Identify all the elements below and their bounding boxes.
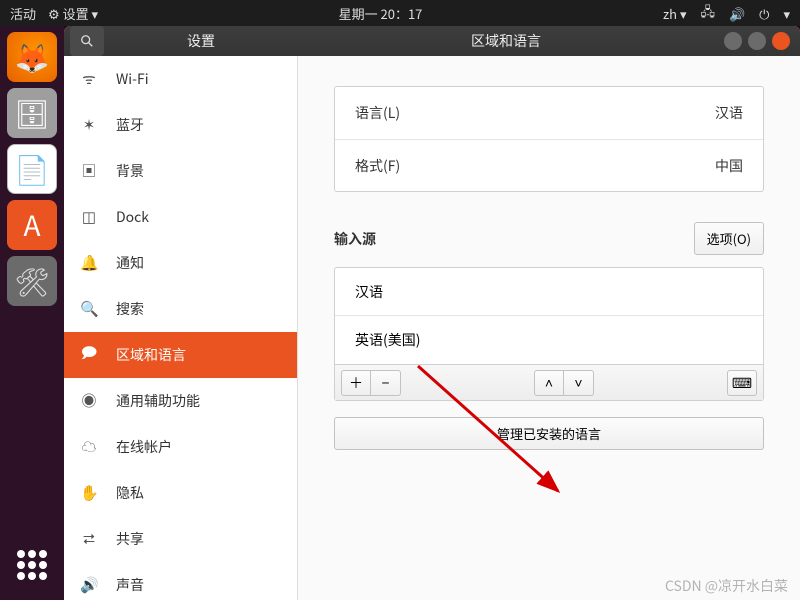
add-source-button[interactable]: ＋ (341, 370, 371, 396)
search-icon: 🔍 (80, 298, 98, 319)
privacy-icon: ✋ (80, 482, 98, 503)
language-row[interactable]: 语言(L) 汉语 (335, 87, 763, 139)
sidebar-item-label: 共享 (116, 529, 144, 549)
page-title: 区域和语言 (298, 31, 714, 51)
options-button[interactable]: 选项(O) (694, 222, 764, 255)
share-icon: ⮂ (80, 528, 98, 549)
show-applications[interactable] (0, 540, 64, 590)
online-icon: ☁ (80, 436, 98, 457)
dock-icon: ◫ (80, 206, 98, 227)
input-sources-list: 汉语英语(美国) ＋ − ˄ ˅ ⌨ (334, 267, 764, 401)
keyboard-layout-button[interactable]: ⌨ (727, 370, 757, 396)
manage-languages-button[interactable]: 管理已安装的语言 (334, 417, 764, 450)
background-icon: ▣ (80, 160, 98, 181)
sidebar-item-label: Dock (116, 207, 149, 227)
network-icon[interactable]: 🖧 (700, 1, 715, 25)
sidebar-item-label: 搜索 (116, 299, 144, 319)
sidebar-item-label: 蓝牙 (116, 115, 144, 135)
move-up-button[interactable]: ˄ (534, 370, 564, 396)
titlebar: 设置 区域和语言 (64, 26, 800, 56)
move-down-button[interactable]: ˅ (564, 370, 594, 396)
launcher-firefox[interactable]: 🦊 (7, 32, 57, 82)
sidebar-item-accessibility[interactable]: ◉ 通用辅助功能 (64, 378, 297, 424)
input-source-row[interactable]: 汉语 (335, 268, 763, 316)
search-button[interactable] (70, 26, 104, 56)
remove-source-button[interactable]: − (371, 370, 401, 396)
language-value: 汉语 (715, 103, 743, 123)
sidebar-item-bell[interactable]: 🔔 通知 (64, 240, 297, 286)
launcher-settings[interactable]: 🛠 (7, 256, 57, 306)
sidebar-title: 设置 (104, 31, 298, 51)
sidebar-item-label: 隐私 (116, 483, 144, 503)
clock[interactable]: 星期一 20：17 (98, 4, 663, 23)
activities-button[interactable]: 活动 (10, 4, 36, 23)
search-icon (80, 34, 94, 48)
region-icon: 🗩 (80, 342, 98, 368)
gear-icon: ⚙ (48, 4, 60, 23)
bell-icon: 🔔 (80, 252, 98, 273)
sidebar-item-sound[interactable]: 🔊 声音 (64, 562, 297, 600)
sidebar-item-privacy[interactable]: ✋ 隐私 (64, 470, 297, 516)
settings-window: 设置 区域和语言 ᯤ Wi-Fi ✶ 蓝牙 ▣ 背景 ◫ Dock 🔔 通知 🔍 搜索 🗩 区域和语言 ◉ 通… (64, 26, 800, 600)
launcher-software[interactable]: A (7, 200, 57, 250)
watermark: CSDN @凉开水白菜 (665, 576, 788, 596)
language-label: 语言(L) (355, 103, 400, 123)
sidebar-item-online[interactable]: ☁ 在线帐户 (64, 424, 297, 470)
sound-icon: 🔊 (80, 574, 98, 595)
sidebar-item-search[interactable]: 🔍 搜索 (64, 286, 297, 332)
bluetooth-icon: ✶ (80, 114, 98, 135)
input-source-row[interactable]: 英语(美国) (335, 316, 763, 364)
sidebar-item-label: 背景 (116, 161, 144, 181)
format-row[interactable]: 格式(F) 中国 (335, 139, 763, 191)
sidebar-item-dock[interactable]: ◫ Dock (64, 194, 297, 240)
accessibility-icon: ◉ (80, 390, 98, 411)
sidebar-item-label: Wi-Fi (116, 69, 149, 89)
launcher: 🦊 🗄 📄 A 🛠 (0, 26, 64, 600)
volume-icon[interactable]: 🔊 (729, 4, 745, 23)
language-format-card: 语言(L) 汉语 格式(F) 中国 (334, 86, 764, 192)
input-method-indicator[interactable]: zh ▾ (663, 4, 687, 23)
system-menu-chevron[interactable]: ▾ (783, 4, 790, 23)
settings-sidebar: ᯤ Wi-Fi ✶ 蓝牙 ▣ 背景 ◫ Dock 🔔 通知 🔍 搜索 🗩 区域和语言 ◉ 通用辅助功能 ☁ 在线帐… (64, 56, 298, 600)
sidebar-item-label: 在线帐户 (116, 437, 172, 457)
sidebar-item-bluetooth[interactable]: ✶ 蓝牙 (64, 102, 297, 148)
main-pane: 语言(L) 汉语 格式(F) 中国 输入源 选项(O) 汉语英语(美国) ＋ − (298, 56, 800, 600)
sidebar-item-label: 区域和语言 (116, 345, 186, 365)
sidebar-item-label: 通用辅助功能 (116, 391, 200, 411)
launcher-files[interactable]: 🗄 (7, 88, 57, 138)
format-value: 中国 (715, 156, 743, 176)
input-sources-toolbar: ＋ − ˄ ˅ ⌨ (335, 364, 763, 400)
sidebar-item-background[interactable]: ▣ 背景 (64, 148, 297, 194)
launcher-writer[interactable]: 📄 (7, 144, 57, 194)
sidebar-item-label: 声音 (116, 575, 144, 595)
sidebar-item-wifi[interactable]: ᯤ Wi-Fi (64, 56, 297, 102)
sidebar-item-share[interactable]: ⮂ 共享 (64, 516, 297, 562)
format-label: 格式(F) (355, 156, 400, 176)
input-sources-title: 输入源 (334, 229, 376, 249)
app-menu[interactable]: ⚙ 设置 ▾ (48, 4, 98, 23)
close-button[interactable] (772, 32, 790, 50)
maximize-button[interactable] (748, 32, 766, 50)
minimize-button[interactable] (724, 32, 742, 50)
sidebar-item-region[interactable]: 🗩 区域和语言 (64, 332, 297, 378)
app-menu-label: 设置 (63, 4, 89, 23)
wifi-icon: ᯤ (80, 68, 98, 89)
top-panel: 活动 ⚙ 设置 ▾ 星期一 20：17 zh ▾ 🖧 🔊 ⏻ ▾ (0, 0, 800, 26)
power-icon[interactable]: ⏻ (759, 4, 769, 23)
sidebar-item-label: 通知 (116, 253, 144, 273)
